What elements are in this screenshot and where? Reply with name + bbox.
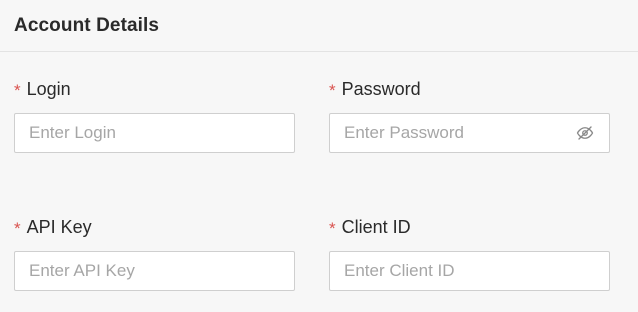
- login-field-group: * Login: [14, 78, 295, 153]
- password-input-box: [329, 113, 610, 153]
- api-key-input[interactable]: [15, 252, 294, 290]
- client-id-label: * Client ID: [329, 216, 610, 238]
- required-asterisk: *: [329, 80, 336, 100]
- account-details-panel: Account Details * Login * Password: [0, 0, 638, 312]
- password-field-group: * Password: [329, 78, 610, 153]
- login-input-box: [14, 113, 295, 153]
- client-id-input[interactable]: [330, 252, 609, 290]
- password-label: * Password: [329, 78, 610, 100]
- client-id-label-text: Client ID: [341, 216, 411, 237]
- login-label-text: Login: [26, 78, 71, 99]
- api-key-input-box: [14, 251, 295, 291]
- required-asterisk: *: [329, 218, 336, 238]
- client-id-input-box: [329, 251, 610, 291]
- eye-off-icon[interactable]: [575, 123, 595, 143]
- api-key-label-text: API Key: [26, 216, 92, 237]
- section-divider: [0, 51, 638, 52]
- client-id-field-group: * Client ID: [329, 216, 610, 291]
- password-input[interactable]: [330, 114, 609, 152]
- required-asterisk: *: [14, 80, 21, 100]
- password-label-text: Password: [341, 78, 421, 99]
- api-key-field-group: * API Key: [14, 216, 295, 291]
- login-input[interactable]: [15, 114, 294, 152]
- api-key-label: * API Key: [14, 216, 295, 238]
- section-title: Account Details: [14, 15, 160, 36]
- login-label: * Login: [14, 78, 295, 100]
- required-asterisk: *: [14, 218, 21, 238]
